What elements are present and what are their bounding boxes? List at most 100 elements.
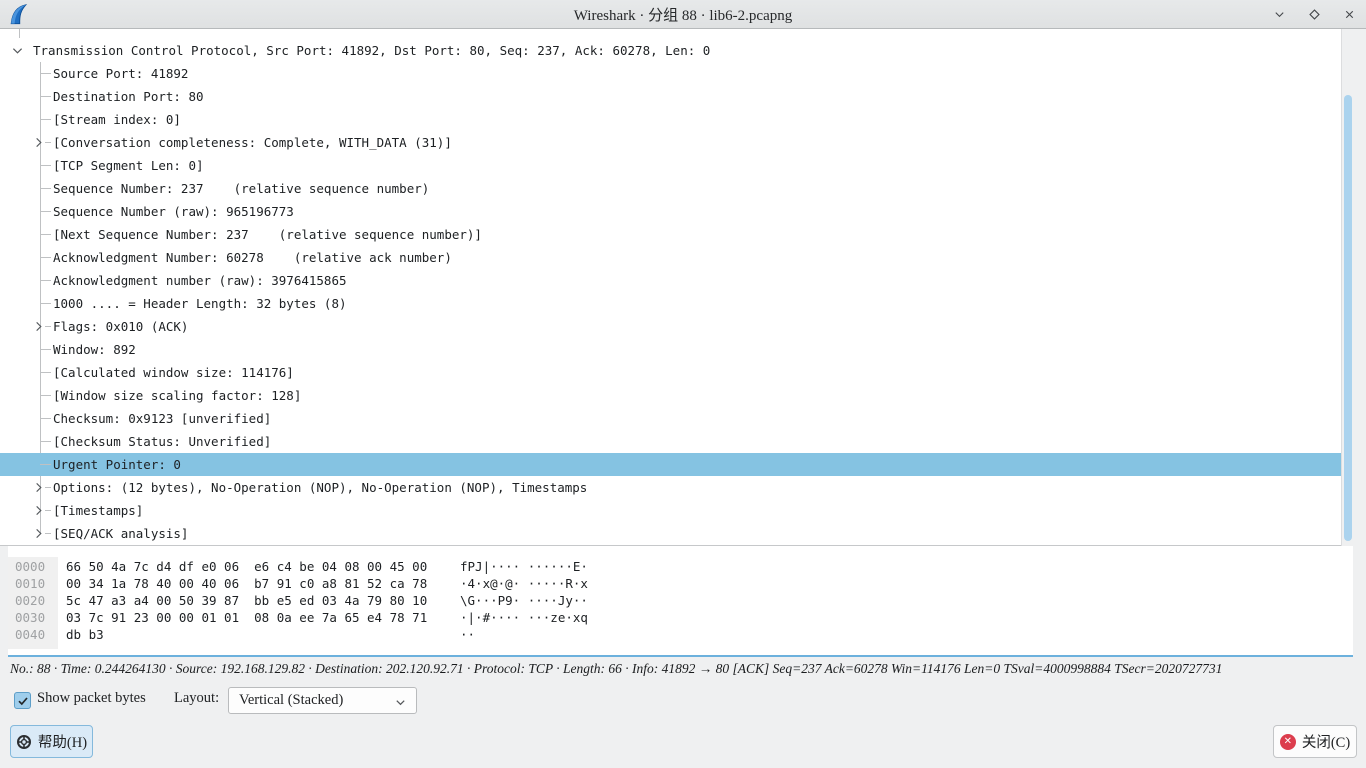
expander-closed-icon[interactable] (32, 136, 44, 148)
hex-bytes[interactable]: 5c 47 a3 a4 00 50 39 87 bb e5 ed 03 4a 7… (66, 592, 427, 609)
hex-ascii[interactable]: ·4·x@·@· ·····R·x (460, 575, 588, 592)
tree-row[interactable]: Sequence Number: 237 (relative sequence … (0, 177, 1353, 200)
tree-row-root[interactable]: Transmission Control Protocol, Src Port:… (0, 39, 1353, 62)
tree-guide-tick (45, 487, 51, 488)
expander-closed-icon[interactable] (32, 527, 44, 539)
hex-bytes[interactable]: 03 7c 91 23 00 00 01 01 08 0a ee 7a 65 e… (66, 609, 427, 626)
tree-guide-tick (40, 303, 51, 304)
expander-open-icon[interactable] (11, 44, 23, 56)
tree-row[interactable]: Sequence Number (raw): 965196773 (0, 200, 1353, 223)
close-button-label: 关闭(C) (1302, 731, 1350, 752)
tree-row-label: Sequence Number (raw): 965196773 (53, 200, 294, 223)
tree-row[interactable]: [Next Sequence Number: 237 (relative seq… (0, 223, 1353, 246)
hex-dump-pane: 0000 66 50 4a 7c d4 df e0 06 e6 c4 be 04 … (8, 546, 1353, 657)
show-packet-bytes-checkbox[interactable] (14, 692, 31, 709)
tree-row-label: [SEQ/ACK analysis] (53, 522, 188, 545)
tree-guide-tick (40, 418, 51, 419)
tree-guide-tick (40, 464, 51, 465)
tree-guide-tick (45, 533, 51, 534)
tree-row-label: Transmission Control Protocol, Src Port:… (33, 39, 710, 62)
tree-row-label: [Checksum Status: Unverified] (53, 430, 271, 453)
tree-scrollbar[interactable] (1341, 29, 1353, 546)
tree-row[interactable]: Window: 892 (0, 338, 1353, 361)
layout-label: Layout: (174, 690, 219, 707)
hex-row[interactable]: 0010 00 34 1a 78 40 00 40 06 b7 91 c0 a8 … (8, 575, 1353, 592)
show-packet-bytes-label[interactable]: Show packet bytes (37, 690, 146, 707)
hex-ascii[interactable]: fPJ|···· ······E· (460, 558, 588, 575)
help-icon (16, 734, 32, 750)
expander-closed-icon[interactable] (32, 481, 44, 493)
tree-guide-tick (40, 234, 51, 235)
hex-ascii[interactable]: \G···P9· ····Jy·· (460, 592, 588, 609)
hex-offset: 0000 (15, 558, 45, 575)
tree-row-label: Acknowledgment Number: 60278 (relative a… (53, 246, 452, 269)
tree-row[interactable]: Acknowledgment number (raw): 3976415865 (0, 269, 1353, 292)
tree-row[interactable]: Flags: 0x010 (ACK) (0, 315, 1353, 338)
minimize-icon[interactable] (1272, 8, 1286, 22)
help-button-label: 帮助(H) (38, 731, 87, 752)
tree-guide-tick (40, 119, 51, 120)
tree-row[interactable]: [Checksum Status: Unverified] (0, 430, 1353, 453)
tree-row[interactable]: Destination Port: 80 (0, 85, 1353, 108)
tree-row[interactable]: Urgent Pointer: 0 (0, 453, 1353, 476)
tree-row-label: [Next Sequence Number: 237 (relative seq… (53, 223, 482, 246)
tree-row-label: Flags: 0x010 (ACK) (53, 315, 188, 338)
wireshark-fin-icon (8, 3, 30, 26)
tree-row[interactable]: [Stream index: 0] (0, 108, 1353, 131)
tree-row[interactable]: Checksum: 0x9123 [unverified] (0, 407, 1353, 430)
packet-tree: Transmission Control Protocol, Src Port:… (0, 29, 1353, 546)
tree-guide-tick (40, 73, 51, 74)
layout-select-value: Vertical (Stacked) (239, 692, 343, 709)
maximize-icon[interactable] (1307, 8, 1321, 22)
close-window-icon[interactable] (1342, 8, 1356, 22)
tree-row[interactable]: [Conversation completeness: Complete, WI… (0, 131, 1353, 154)
tree-row[interactable]: [Window size scaling factor: 128] (0, 384, 1353, 407)
tree-row-label: Options: (12 bytes), No-Operation (NOP),… (53, 476, 587, 499)
hex-bytes[interactable]: db b3 (66, 626, 104, 643)
hex-ascii[interactable]: ·|·#···· ···ze·xq (460, 609, 588, 626)
tree-guide-tick (45, 142, 51, 143)
tree-row[interactable]: 1000 .... = Header Length: 32 bytes (8) (0, 292, 1353, 315)
tree-row[interactable]: Acknowledgment Number: 60278 (relative a… (0, 246, 1353, 269)
expander-closed-icon[interactable] (32, 504, 44, 516)
tree-guide-tick (45, 510, 51, 511)
tree-guide-tick (45, 326, 51, 327)
tree-row[interactable]: [Calculated window size: 114176] (0, 361, 1353, 384)
chevron-down-icon (394, 696, 407, 709)
hex-row[interactable]: 0040 db b3 ·· (8, 626, 1353, 643)
expander-closed-icon[interactable] (32, 320, 44, 332)
window-title: Wireshark · 分组 88 · lib6-2.pcapng (574, 4, 793, 25)
help-button[interactable]: 帮助(H) (10, 725, 93, 758)
hex-offset: 0040 (15, 626, 45, 643)
hex-row[interactable]: 0030 03 7c 91 23 00 00 01 01 08 0a ee 7a … (8, 609, 1353, 626)
tree-row-label: Window: 892 (53, 338, 136, 361)
hex-bytes[interactable]: 00 34 1a 78 40 00 40 06 b7 91 c0 a8 81 5… (66, 575, 427, 592)
close-red-icon: ✕ (1280, 734, 1296, 750)
tree-row[interactable]: [Timestamps] (0, 499, 1353, 522)
tree-row[interactable]: [SEQ/ACK analysis] (0, 522, 1353, 545)
tree-guide-tick (40, 395, 51, 396)
close-button[interactable]: ✕ 关闭(C) (1273, 725, 1357, 758)
tree-guide-tick (40, 280, 51, 281)
tree-row-label: Source Port: 41892 (53, 62, 188, 85)
tree-row-label: Acknowledgment number (raw): 3976415865 (53, 269, 347, 292)
tree-row[interactable]: Options: (12 bytes), No-Operation (NOP),… (0, 476, 1353, 499)
tree-scrollbar-thumb[interactable] (1344, 95, 1352, 541)
tree-guide-tick (40, 96, 51, 97)
hex-bytes[interactable]: 66 50 4a 7c d4 df e0 06 e6 c4 be 04 08 0… (66, 558, 427, 575)
tree-guide-tick (40, 165, 51, 166)
tree-row-label: [Stream index: 0] (53, 108, 181, 131)
tree-row-label: Destination Port: 80 (53, 85, 204, 108)
hex-ascii[interactable]: ·· (460, 626, 475, 643)
tree-row[interactable]: [TCP Segment Len: 0] (0, 154, 1353, 177)
tree-guide-tick (40, 188, 51, 189)
hex-row[interactable]: 00205c 47 a3 a4 00 50 39 87 bb e5 ed 03 … (8, 592, 1353, 609)
tree-row-label: Sequence Number: 237 (relative sequence … (53, 177, 429, 200)
tree-guide-tick (40, 372, 51, 373)
layout-select[interactable]: Vertical (Stacked) (228, 687, 417, 714)
hex-row[interactable]: 0000 66 50 4a 7c d4 df e0 06 e6 c4 be 04 … (8, 558, 1353, 575)
hex-offset: 0010 (15, 575, 45, 592)
tree-row[interactable]: Source Port: 41892 (0, 62, 1353, 85)
tree-row-label: [Timestamps] (53, 499, 143, 522)
hex-offset: 0030 (15, 609, 45, 626)
